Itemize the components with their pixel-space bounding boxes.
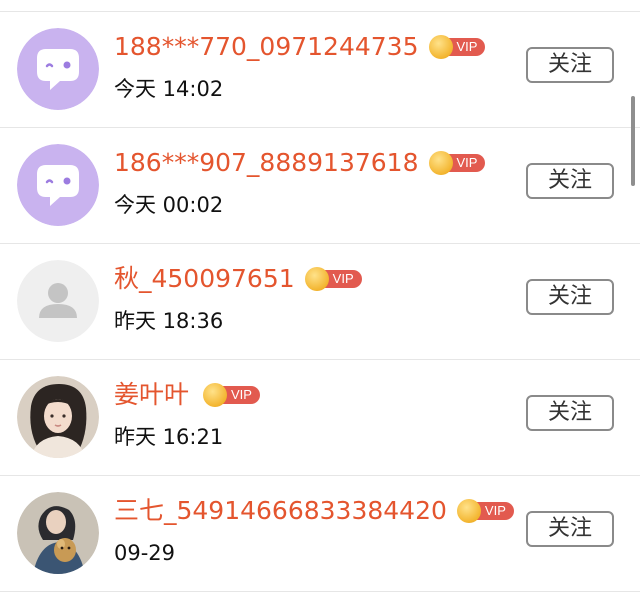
timestamp: 今天 00:02	[114, 193, 224, 217]
person-placeholder-icon	[17, 260, 99, 342]
crown-icon	[428, 151, 453, 175]
timestamp: 09-29	[114, 541, 176, 565]
timestamp: 昨天 18:36	[114, 309, 224, 333]
avatar[interactable]	[17, 28, 99, 110]
vip-badge: VIP	[428, 151, 486, 175]
user-list: 188***770_0971244735 VIP 今天 14:02 关注 186*…	[0, 0, 640, 600]
crown-icon	[428, 35, 453, 59]
follow-button[interactable]: 关注	[526, 511, 614, 547]
list-item[interactable]: 186***907_8889137618 VIP 今天 00:02 关注	[0, 128, 640, 244]
avatar[interactable]	[17, 260, 99, 342]
follow-button[interactable]: 关注	[526, 47, 614, 83]
vip-badge: VIP	[304, 267, 362, 291]
crown-icon	[203, 383, 228, 407]
vip-badge: VIP	[456, 499, 514, 523]
vip-badge: VIP	[428, 35, 486, 59]
vip-badge: VIP	[203, 383, 260, 407]
follow-button[interactable]: 关注	[526, 279, 614, 315]
scrollbar[interactable]	[631, 96, 635, 186]
user-name[interactable]: 姜叶叶 VIP	[114, 380, 260, 410]
avatar[interactable]	[17, 492, 99, 574]
crown-icon	[304, 267, 329, 291]
chat-bubble-avatar-icon	[17, 144, 99, 226]
follow-button[interactable]: 关注	[526, 163, 614, 199]
crown-icon	[456, 499, 481, 523]
timestamp: 昨天 16:21	[114, 425, 224, 449]
user-name[interactable]: 188***770_0971244735 VIP	[114, 32, 486, 62]
list-item[interactable]: 188***770_0971244735 VIP 今天 14:02 关注	[0, 12, 640, 128]
girl-photo-avatar-icon	[17, 376, 99, 458]
user-name[interactable]: 186***907_8889137618 VIP	[114, 148, 486, 178]
list-item[interactable]: 秋_450097651 VIP 昨天 18:36 关注	[0, 244, 640, 360]
timestamp: 今天 14:02	[114, 77, 224, 101]
avatar[interactable]	[17, 144, 99, 226]
list-item[interactable]: 三七_54914666833384420 VIP 09-29 关注	[0, 476, 640, 592]
list-item[interactable]: 姜叶叶 VIP 昨天 16:21 关注	[0, 360, 640, 476]
user-name[interactable]: 三七_54914666833384420 VIP	[114, 496, 514, 526]
avatar[interactable]	[17, 376, 99, 458]
chat-bubble-avatar-icon	[17, 28, 99, 110]
divider	[0, 591, 640, 592]
user-name[interactable]: 秋_450097651 VIP	[114, 264, 362, 294]
follow-button[interactable]: 关注	[526, 395, 614, 431]
person-with-dog-avatar-icon	[17, 492, 99, 574]
